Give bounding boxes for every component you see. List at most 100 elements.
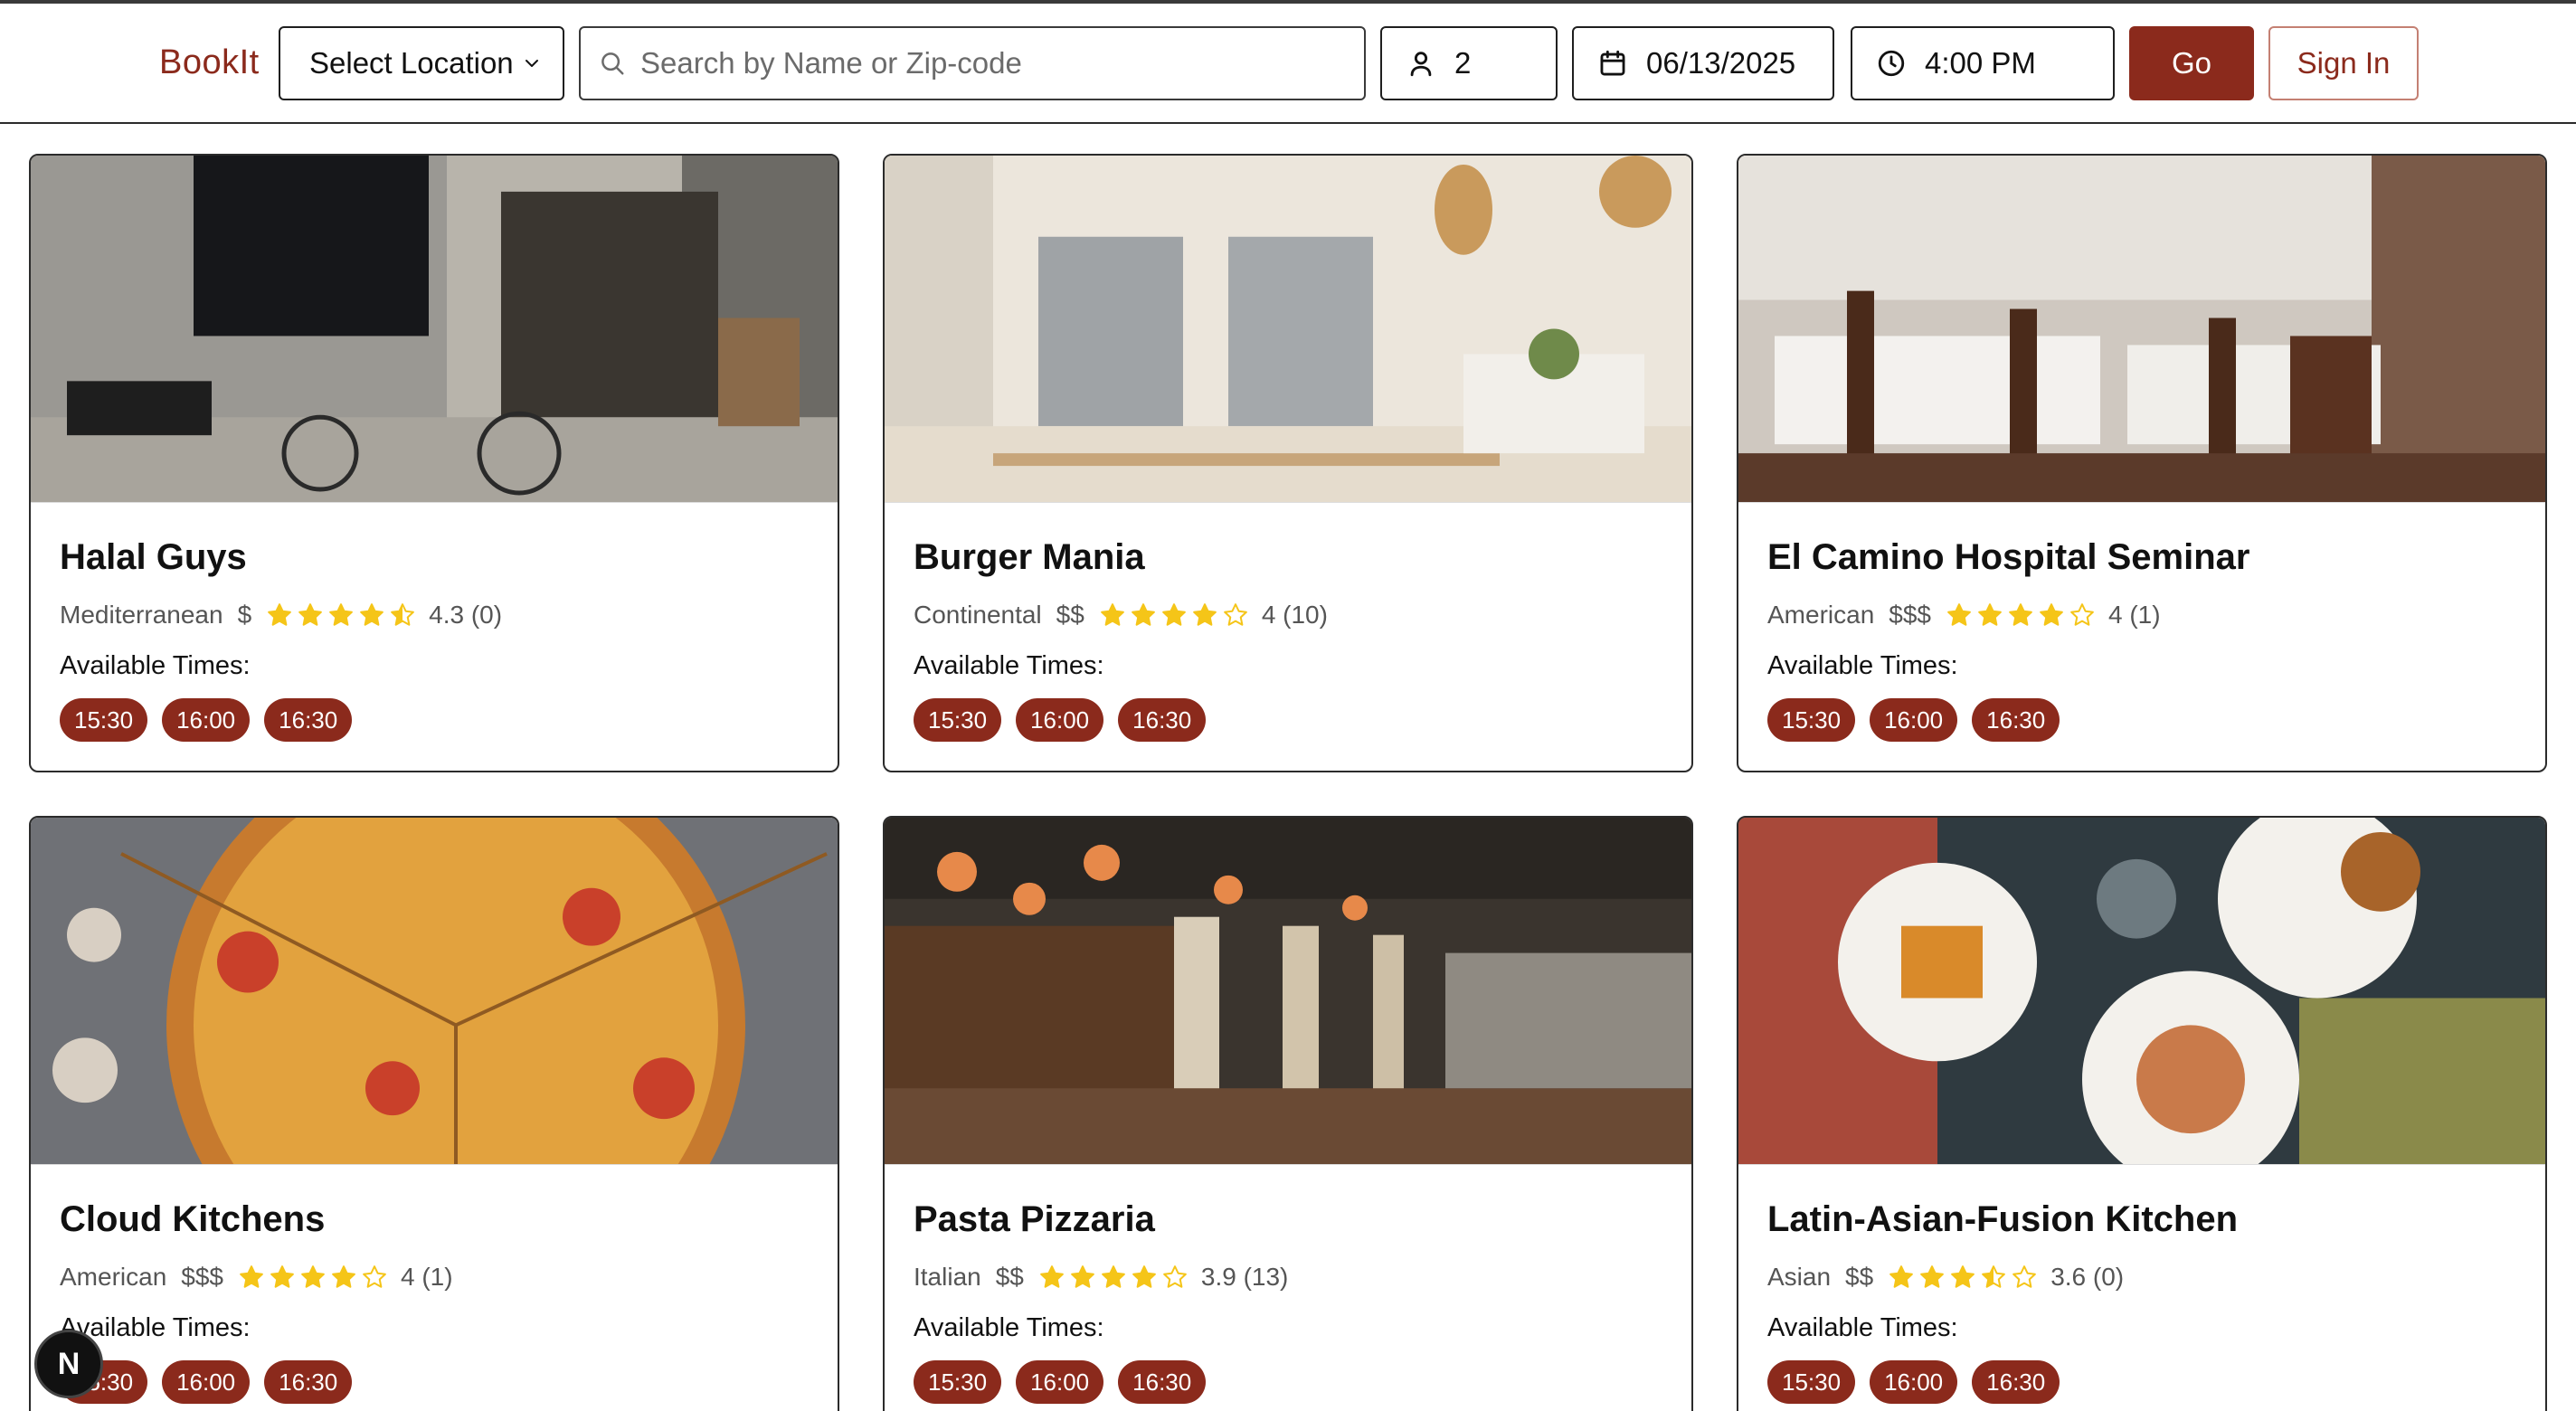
star-full-icon: [268, 603, 292, 626]
restaurant-name[interactable]: Cloud Kitchens: [60, 1199, 325, 1240]
time-slot-button[interactable]: 15:30: [914, 698, 1002, 742]
restaurant-photo: [1738, 818, 2545, 1165]
star-full-icon: [298, 603, 323, 626]
star-full-icon: [1951, 1265, 1975, 1288]
time-slot-button[interactable]: 16:30: [1972, 698, 2060, 742]
star-full-icon: [1100, 603, 1124, 626]
restaurant-name[interactable]: Latin-Asian-Fusion Kitchen: [1767, 1199, 2238, 1240]
star-full-icon: [360, 603, 384, 626]
star-full-icon: [2040, 603, 2063, 626]
star-full-icon: [1131, 603, 1155, 626]
location-label: Select Location: [309, 46, 514, 80]
restaurant-card[interactable]: El Camino Hospital Seminar American $$$ …: [1737, 154, 2547, 772]
time-slot-button[interactable]: 16:00: [1016, 698, 1104, 742]
restaurant-name[interactable]: El Camino Hospital Seminar: [1767, 537, 2249, 578]
rating-text: 4 (1): [400, 1263, 453, 1291]
restaurant-card[interactable]: Latin-Asian-Fusion Kitchen Asian $$ 3.6 …: [1737, 816, 2547, 1411]
time-slot-button[interactable]: 15:30: [60, 698, 148, 742]
star-full-icon: [1889, 1265, 1914, 1288]
star-full-icon: [1978, 603, 2002, 626]
restaurant-meta: American $$$ 4 (1): [60, 1263, 453, 1292]
star-full-icon: [1071, 1265, 1094, 1288]
cuisine-label: Mediterranean: [60, 601, 223, 629]
price-level: $$$: [181, 1263, 223, 1291]
navbar: BookIt Select Location 2 06/13/2025 4:00…: [0, 4, 2576, 124]
restaurant-card[interactable]: Pasta Pizzaria Italian $$ 3.9 (13) Avail…: [883, 816, 1693, 1411]
star-empty-icon: [1163, 1265, 1187, 1288]
date-value: 06/13/2025: [1646, 46, 1796, 80]
star-rating: [1038, 1264, 1192, 1291]
time-slots: 15:30 16:00 16:30: [914, 698, 1220, 742]
restaurant-meta: Asian $$ 3.6 (0): [1767, 1263, 2124, 1292]
price-level: $: [237, 601, 252, 629]
time-slot-button[interactable]: 16:30: [264, 1360, 353, 1404]
star-full-icon: [1947, 603, 1971, 626]
time-slot-button[interactable]: 16:30: [1972, 1360, 2060, 1404]
available-times-label: Available Times:: [914, 651, 1104, 680]
rating-text: 3.9 (13): [1200, 1263, 1289, 1291]
dev-tools-badge[interactable]: N: [34, 1330, 103, 1398]
restaurant-meta: Continental $$ 4 (10): [914, 601, 1328, 630]
time-slot-button[interactable]: 16:00: [162, 698, 251, 742]
restaurant-name[interactable]: Pasta Pizzaria: [914, 1199, 1155, 1240]
star-empty-icon: [2012, 1265, 2037, 1288]
time-slot-button[interactable]: 16:00: [1870, 698, 1958, 742]
time-slot-button[interactable]: 15:30: [914, 1360, 1002, 1404]
time-slot-button[interactable]: 16:00: [1870, 1360, 1958, 1404]
star-full-icon: [240, 1265, 263, 1288]
restaurant-name[interactable]: Burger Mania: [914, 537, 1145, 578]
star-full-icon: [332, 1265, 355, 1288]
search-icon: [601, 52, 624, 75]
time-slots: 15:30 16:00 16:30: [914, 1360, 1220, 1404]
restaurant-card[interactable]: Cloud Kitchens American $$$ 4 (1) Availa…: [29, 816, 839, 1411]
search-field[interactable]: [579, 26, 1366, 100]
time-slot-button[interactable]: 16:30: [1118, 1360, 1207, 1404]
user-icon: [1410, 52, 1432, 77]
brand-logo[interactable]: BookIt: [159, 43, 260, 82]
cuisine-label: American: [1767, 601, 1875, 629]
available-times-label: Available Times:: [1767, 1313, 1958, 1342]
time-slot-button[interactable]: 16:00: [1016, 1360, 1104, 1404]
star-empty-icon: [2070, 603, 2094, 626]
available-times-label: Available Times:: [1767, 651, 1958, 680]
restaurant-photo: [31, 818, 838, 1165]
time-slot-button[interactable]: 16:30: [1118, 698, 1207, 742]
time-slot-button[interactable]: 15:30: [1767, 1360, 1856, 1404]
location-select[interactable]: Select Location: [279, 26, 564, 100]
party-size-value: 2: [1454, 46, 1472, 80]
star-full-icon: [1102, 1265, 1125, 1288]
star-rating: [266, 601, 420, 629]
sign-in-button[interactable]: Sign In: [2268, 26, 2419, 100]
star-half-icon: [1982, 1265, 2006, 1288]
star-full-icon: [1161, 603, 1186, 626]
time-slots: 15:30 16:00 16:30: [60, 698, 366, 742]
cuisine-label: Italian: [914, 1263, 981, 1291]
star-empty-icon: [363, 1265, 386, 1288]
time-slot-button[interactable]: 15:30: [1767, 698, 1856, 742]
restaurant-name[interactable]: Halal Guys: [60, 537, 247, 578]
star-rating: [1888, 1264, 2041, 1291]
restaurant-meta: Mediterranean $ 4.3 (0): [60, 601, 502, 630]
date-picker[interactable]: 06/13/2025: [1572, 26, 1834, 100]
time-slots: 15:30 16:00 16:30: [1767, 698, 2074, 742]
go-button[interactable]: Go: [2129, 26, 2254, 100]
star-full-icon: [329, 603, 354, 626]
restaurant-photo: [31, 156, 838, 503]
star-empty-icon: [1223, 603, 1247, 626]
star-rating: [1099, 601, 1253, 629]
star-full-icon: [301, 1265, 325, 1288]
party-size-select[interactable]: 2: [1380, 26, 1558, 100]
time-slot-button[interactable]: 16:00: [162, 1360, 251, 1404]
price-level: $$$: [1889, 601, 1931, 629]
restaurant-card[interactable]: Halal Guys Mediterranean $ 4.3 (0) Avail…: [29, 154, 839, 772]
search-input[interactable]: [640, 46, 1346, 80]
time-picker[interactable]: 4:00 PM: [1851, 26, 2115, 100]
chevron-down-icon: [525, 60, 538, 67]
restaurant-photo: [885, 156, 1691, 503]
time-slot-button[interactable]: 16:30: [264, 698, 353, 742]
restaurant-card[interactable]: Burger Mania Continental $$ 4 (10) Avail…: [883, 154, 1693, 772]
time-slots: 15:30 16:00 16:30: [60, 1360, 366, 1404]
time-slots: 15:30 16:00 16:30: [1767, 1360, 2074, 1404]
restaurant-photo: [885, 818, 1691, 1165]
star-full-icon: [270, 1265, 294, 1288]
